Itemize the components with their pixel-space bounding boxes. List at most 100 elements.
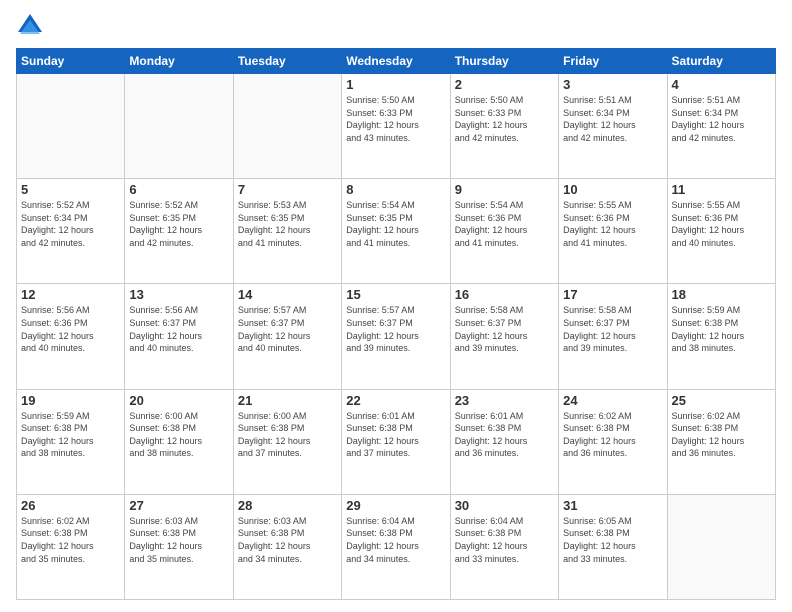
calendar-cell: 31 Sunrise: 6:05 AM Sunset: 6:38 PM Dayli… [559, 494, 667, 599]
header [16, 12, 776, 40]
calendar-cell: 27 Sunrise: 6:03 AM Sunset: 6:38 PM Dayli… [125, 494, 233, 599]
calendar-cell: 16 Sunrise: 5:58 AM Sunset: 6:37 PM Dayli… [450, 284, 558, 389]
calendar-cell: 4 Sunrise: 5:51 AM Sunset: 6:34 PM Daylig… [667, 74, 775, 179]
day-info: Sunrise: 6:03 AM Sunset: 6:38 PM Dayligh… [238, 515, 337, 565]
day-info: Sunrise: 5:52 AM Sunset: 6:35 PM Dayligh… [129, 199, 228, 249]
weekday-monday: Monday [125, 49, 233, 74]
calendar-cell: 13 Sunrise: 5:56 AM Sunset: 6:37 PM Dayli… [125, 284, 233, 389]
week-row-2: 5 Sunrise: 5:52 AM Sunset: 6:34 PM Daylig… [17, 179, 776, 284]
day-number: 12 [21, 287, 120, 302]
day-number: 2 [455, 77, 554, 92]
day-info: Sunrise: 6:01 AM Sunset: 6:38 PM Dayligh… [455, 410, 554, 460]
day-number: 4 [672, 77, 771, 92]
weekday-saturday: Saturday [667, 49, 775, 74]
calendar-cell: 20 Sunrise: 6:00 AM Sunset: 6:38 PM Dayli… [125, 389, 233, 494]
day-number: 5 [21, 182, 120, 197]
day-info: Sunrise: 6:02 AM Sunset: 6:38 PM Dayligh… [672, 410, 771, 460]
calendar-cell: 21Sunrise: 6:00 AM Sunset: 6:38 PM Dayli… [233, 389, 341, 494]
day-number: 13 [129, 287, 228, 302]
day-number: 9 [455, 182, 554, 197]
weekday-sunday: Sunday [17, 49, 125, 74]
day-number: 20 [129, 393, 228, 408]
day-number: 7 [238, 182, 337, 197]
day-info: Sunrise: 5:52 AM Sunset: 6:34 PM Dayligh… [21, 199, 120, 249]
weekday-friday: Friday [559, 49, 667, 74]
day-info: Sunrise: 6:01 AM Sunset: 6:38 PM Dayligh… [346, 410, 445, 460]
day-info: Sunrise: 5:50 AM Sunset: 6:33 PM Dayligh… [346, 94, 445, 144]
week-row-5: 26Sunrise: 6:02 AM Sunset: 6:38 PM Dayli… [17, 494, 776, 599]
calendar-cell: 28 Sunrise: 6:03 AM Sunset: 6:38 PM Dayli… [233, 494, 341, 599]
day-number: 17 [563, 287, 662, 302]
day-number: 10 [563, 182, 662, 197]
day-number: 21 [238, 393, 337, 408]
calendar-cell: 14 Sunrise: 5:57 AM Sunset: 6:37 PM Dayli… [233, 284, 341, 389]
calendar-cell: 3Sunrise: 5:51 AM Sunset: 6:34 PM Daylig… [559, 74, 667, 179]
day-info: Sunrise: 5:59 AM Sunset: 6:38 PM Dayligh… [672, 304, 771, 354]
calendar-cell: 25 Sunrise: 6:02 AM Sunset: 6:38 PM Dayli… [667, 389, 775, 494]
calendar-cell [125, 74, 233, 179]
day-info: Sunrise: 5:59 AM Sunset: 6:38 PM Dayligh… [21, 410, 120, 460]
calendar-cell: 2 Sunrise: 5:50 AM Sunset: 6:33 PM Daylig… [450, 74, 558, 179]
day-number: 28 [238, 498, 337, 513]
day-info: Sunrise: 5:51 AM Sunset: 6:34 PM Dayligh… [672, 94, 771, 144]
calendar-cell: 5 Sunrise: 5:52 AM Sunset: 6:34 PM Daylig… [17, 179, 125, 284]
page: SundayMondayTuesdayWednesdayThursdayFrid… [0, 0, 792, 612]
calendar-cell: 7 Sunrise: 5:53 AM Sunset: 6:35 PM Daylig… [233, 179, 341, 284]
day-info: Sunrise: 5:55 AM Sunset: 6:36 PM Dayligh… [563, 199, 662, 249]
calendar-cell: 10 Sunrise: 5:55 AM Sunset: 6:36 PM Dayli… [559, 179, 667, 284]
day-number: 3 [563, 77, 662, 92]
calendar-cell [17, 74, 125, 179]
day-number: 8 [346, 182, 445, 197]
day-info: Sunrise: 6:04 AM Sunset: 6:38 PM Dayligh… [455, 515, 554, 565]
calendar-cell: 1Sunrise: 5:50 AM Sunset: 6:33 PM Daylig… [342, 74, 450, 179]
day-info: Sunrise: 6:00 AM Sunset: 6:38 PM Dayligh… [129, 410, 228, 460]
calendar-cell [667, 494, 775, 599]
day-number: 6 [129, 182, 228, 197]
day-number: 29 [346, 498, 445, 513]
logo-icon [16, 12, 44, 40]
calendar-cell: 19 Sunrise: 5:59 AM Sunset: 6:38 PM Dayli… [17, 389, 125, 494]
weekday-thursday: Thursday [450, 49, 558, 74]
day-number: 15 [346, 287, 445, 302]
calendar-cell [233, 74, 341, 179]
day-info: Sunrise: 5:57 AM Sunset: 6:37 PM Dayligh… [238, 304, 337, 354]
day-info: Sunrise: 6:03 AM Sunset: 6:38 PM Dayligh… [129, 515, 228, 565]
calendar-cell: 15 Sunrise: 5:57 AM Sunset: 6:37 PM Dayli… [342, 284, 450, 389]
day-info: Sunrise: 5:58 AM Sunset: 6:37 PM Dayligh… [455, 304, 554, 354]
calendar-cell: 18Sunrise: 5:59 AM Sunset: 6:38 PM Dayli… [667, 284, 775, 389]
calendar-cell: 9 Sunrise: 5:54 AM Sunset: 6:36 PM Daylig… [450, 179, 558, 284]
calendar-cell: 11Sunrise: 5:55 AM Sunset: 6:36 PM Dayli… [667, 179, 775, 284]
weekday-tuesday: Tuesday [233, 49, 341, 74]
day-info: Sunrise: 6:02 AM Sunset: 6:38 PM Dayligh… [563, 410, 662, 460]
day-number: 27 [129, 498, 228, 513]
day-info: Sunrise: 6:02 AM Sunset: 6:38 PM Dayligh… [21, 515, 120, 565]
day-info: Sunrise: 6:04 AM Sunset: 6:38 PM Dayligh… [346, 515, 445, 565]
calendar-cell: 26Sunrise: 6:02 AM Sunset: 6:38 PM Dayli… [17, 494, 125, 599]
day-info: Sunrise: 5:56 AM Sunset: 6:36 PM Dayligh… [21, 304, 120, 354]
day-number: 22 [346, 393, 445, 408]
day-info: Sunrise: 5:56 AM Sunset: 6:37 PM Dayligh… [129, 304, 228, 354]
day-number: 14 [238, 287, 337, 302]
day-info: Sunrise: 5:53 AM Sunset: 6:35 PM Dayligh… [238, 199, 337, 249]
day-info: Sunrise: 5:57 AM Sunset: 6:37 PM Dayligh… [346, 304, 445, 354]
calendar-table: SundayMondayTuesdayWednesdayThursdayFrid… [16, 48, 776, 600]
calendar-cell: 23 Sunrise: 6:01 AM Sunset: 6:38 PM Dayli… [450, 389, 558, 494]
calendar-cell: 29 Sunrise: 6:04 AM Sunset: 6:38 PM Dayli… [342, 494, 450, 599]
day-number: 24 [563, 393, 662, 408]
day-info: Sunrise: 5:54 AM Sunset: 6:36 PM Dayligh… [455, 199, 554, 249]
day-number: 23 [455, 393, 554, 408]
day-info: Sunrise: 5:50 AM Sunset: 6:33 PM Dayligh… [455, 94, 554, 144]
calendar-cell: 6 Sunrise: 5:52 AM Sunset: 6:35 PM Daylig… [125, 179, 233, 284]
day-number: 25 [672, 393, 771, 408]
week-row-1: 1Sunrise: 5:50 AM Sunset: 6:33 PM Daylig… [17, 74, 776, 179]
calendar-cell: 12 Sunrise: 5:56 AM Sunset: 6:36 PM Dayli… [17, 284, 125, 389]
week-row-3: 12 Sunrise: 5:56 AM Sunset: 6:36 PM Dayli… [17, 284, 776, 389]
day-number: 31 [563, 498, 662, 513]
day-number: 19 [21, 393, 120, 408]
day-number: 16 [455, 287, 554, 302]
day-info: Sunrise: 5:55 AM Sunset: 6:36 PM Dayligh… [672, 199, 771, 249]
calendar-cell: 22 Sunrise: 6:01 AM Sunset: 6:38 PM Dayli… [342, 389, 450, 494]
day-info: Sunrise: 6:05 AM Sunset: 6:38 PM Dayligh… [563, 515, 662, 565]
weekday-wednesday: Wednesday [342, 49, 450, 74]
calendar-cell: 24 Sunrise: 6:02 AM Sunset: 6:38 PM Dayli… [559, 389, 667, 494]
